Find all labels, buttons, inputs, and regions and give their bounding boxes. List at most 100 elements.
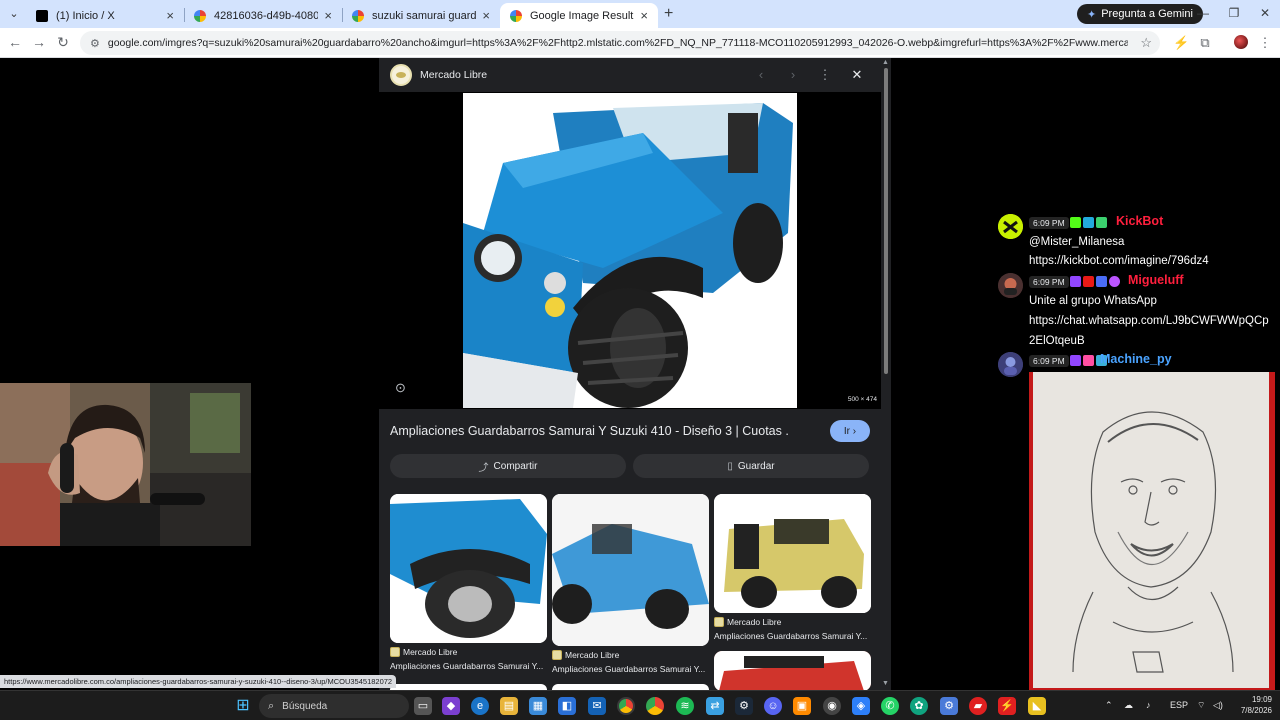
chat-link[interactable]: https://chat.whatsapp.com/LJ9bCWFWWpQCp: [1029, 315, 1269, 327]
related-source: Mercado Libre: [390, 647, 457, 657]
app-icon[interactable]: ▰: [969, 697, 987, 715]
language-indicator[interactable]: ESP: [1170, 700, 1188, 710]
chrome-icon[interactable]: [617, 697, 635, 715]
pencil-portrait-image: [1029, 372, 1275, 690]
panel-header: Mercado Libre ‹ › ⋮ ✕: [379, 58, 881, 92]
reload-icon[interactable]: ↻: [55, 34, 71, 51]
wifi-icon[interactable]: ⌔: [1197, 700, 1205, 711]
save-button[interactable]: ▯ Guardar: [633, 454, 869, 478]
avatar: [998, 273, 1023, 298]
volume-icon[interactable]: ◁): [1213, 700, 1223, 711]
related-result[interactable]: Mercado Libre Ampliaciones Guardabarros …: [390, 494, 547, 674]
app-icon[interactable]: ◣: [1028, 697, 1046, 715]
bookmark-star-icon[interactable]: ☆: [1140, 35, 1152, 51]
scrollbar-thumb[interactable]: [884, 68, 888, 374]
copilot-icon[interactable]: ◆: [442, 697, 460, 715]
previous-icon[interactable]: ‹: [753, 67, 769, 82]
chat-message: 6:09 PM KickBot @Mister_Milanesa https:/…: [998, 214, 1280, 272]
main-image[interactable]: [463, 93, 797, 408]
minimize-icon[interactable]: —: [1195, 6, 1211, 20]
more-options-icon[interactable]: ⋮: [817, 67, 833, 83]
taskbar-search[interactable]: ⌕ Búsqueda: [259, 694, 409, 718]
gemini-button[interactable]: ✦ Pregunta a Gemini: [1077, 4, 1203, 24]
related-thumbnail[interactable]: [390, 494, 547, 643]
app-icon[interactable]: ▣: [793, 697, 811, 715]
share-button[interactable]: ⤴ Compartir: [390, 454, 626, 478]
visit-button[interactable]: Ir ›: [830, 420, 870, 442]
spotify-icon[interactable]: ≋: [676, 697, 694, 715]
related-result[interactable]: [714, 651, 871, 690]
avatar: [998, 352, 1023, 377]
google-lens-icon[interactable]: ⊙: [395, 380, 406, 396]
back-icon[interactable]: ←: [7, 34, 23, 50]
mail-icon[interactable]: ✉: [588, 697, 606, 715]
store-icon[interactable]: ◧: [558, 697, 576, 715]
chat-link[interactable]: https://kickbot.com/imagine/796dz4: [1029, 255, 1209, 267]
discord-icon[interactable]: ☺: [764, 697, 782, 715]
chat-username[interactable]: Machine_py: [1100, 352, 1172, 366]
address-bar[interactable]: ⚙ google.com/imgres?q=suzuki%20samurai%2…: [80, 31, 1160, 55]
cloud-icon[interactable]: ☁: [1124, 700, 1133, 711]
edge-icon[interactable]: e: [471, 697, 489, 715]
status-url: https://www.mercadolibre.com.co/ampliaci…: [0, 675, 397, 688]
app-icon[interactable]: ◈: [852, 697, 870, 715]
image-title[interactable]: Ampliaciones Guardabarros Samurai Y Suzu…: [390, 424, 790, 438]
file-explorer-icon[interactable]: ▤: [500, 697, 518, 715]
mercado-libre-logo[interactable]: [390, 64, 412, 86]
network-app-icon[interactable]: ⇄: [706, 697, 724, 715]
chatgpt-icon[interactable]: ✿: [910, 697, 928, 715]
chat-text: @Mister_Milanesa: [1029, 236, 1125, 248]
tab-google-2[interactable]: suzuki samurai guardabarro an ×: [342, 3, 500, 28]
app-icon[interactable]: ⚙: [940, 697, 958, 715]
tab-strip: ⌄ (1) Inicio / X × 42816036-d49b-4080-ac…: [0, 0, 1280, 28]
close-tab-icon[interactable]: ×: [640, 8, 648, 23]
close-icon[interactable]: ✕: [849, 67, 865, 83]
related-result[interactable]: Mercado Libre Ampliaciones Guardabarros …: [714, 494, 871, 644]
profile-avatar[interactable]: [1234, 35, 1248, 49]
related-thumbnail[interactable]: [552, 494, 709, 646]
related-thumbnail[interactable]: [714, 494, 871, 613]
steam-icon[interactable]: ⚙: [735, 697, 753, 715]
windows-start-icon[interactable]: ⊞: [234, 697, 252, 715]
app-icon[interactable]: ⚡: [998, 697, 1016, 715]
source-name[interactable]: Mercado Libre: [420, 69, 487, 81]
task-view-icon[interactable]: ▭: [414, 697, 432, 715]
panel-scrollbar[interactable]: ▲ ▼: [881, 58, 891, 690]
chrome-icon[interactable]: [646, 697, 664, 715]
chat-link[interactable]: 2ElOtqeuB: [1029, 335, 1085, 347]
chat-username[interactable]: Migueluff: [1128, 273, 1184, 287]
close-tab-icon[interactable]: ×: [482, 8, 490, 23]
new-tab-button[interactable]: +: [664, 5, 673, 23]
tab-google-image-result[interactable]: Google Image Result ×: [500, 3, 658, 28]
image-result-panel: Mercado Libre ‹ › ⋮ ✕ ⊙ 500 × 474 Amplia…: [379, 58, 881, 690]
system-clock[interactable]: 19:09 7/8/2026: [1230, 694, 1272, 716]
calculator-icon[interactable]: ▦: [529, 697, 547, 715]
extension-icon[interactable]: ⚡: [1173, 35, 1189, 51]
related-thumbnail[interactable]: [714, 651, 871, 690]
search-icon: ⌕: [268, 699, 275, 712]
chat-username[interactable]: KickBot: [1116, 214, 1163, 228]
restore-icon[interactable]: ❐: [1226, 6, 1242, 20]
close-tab-icon[interactable]: ×: [324, 8, 332, 23]
tray-chevron-icon[interactable]: ⌃: [1105, 700, 1113, 711]
close-window-icon[interactable]: ✕: [1257, 6, 1273, 20]
related-result[interactable]: Mercado Libre Ampliaciones Guardabarros …: [552, 494, 709, 674]
tab-x[interactable]: (1) Inicio / X ×: [26, 3, 184, 28]
forward-icon[interactable]: →: [31, 34, 47, 50]
extensions-puzzle-icon[interactable]: ⧉: [1197, 35, 1213, 51]
gemini-icon: ✦: [1087, 8, 1097, 21]
site-info-icon[interactable]: ⚙: [90, 37, 100, 50]
tab-search-menu-icon[interactable]: ⌄: [6, 6, 22, 22]
chat-time: 6:09 PM: [1029, 217, 1069, 229]
more-menu-icon[interactable]: ⋮: [1257, 35, 1273, 51]
related-title: Ampliaciones Guardabarros Samurai Y...: [552, 664, 706, 674]
tab-google-1[interactable]: 42816036-d49b-4080-ace4-38c ×: [184, 3, 342, 28]
microphone-icon[interactable]: ♪: [1146, 700, 1151, 710]
mercado-libre-favicon: [714, 617, 724, 627]
google-icon: [352, 9, 364, 22]
whatsapp-icon[interactable]: ✆: [881, 697, 899, 715]
close-tab-icon[interactable]: ×: [166, 8, 174, 23]
next-icon[interactable]: ›: [785, 67, 801, 82]
obs-icon[interactable]: ◉: [823, 697, 841, 715]
avatar: [998, 214, 1023, 239]
